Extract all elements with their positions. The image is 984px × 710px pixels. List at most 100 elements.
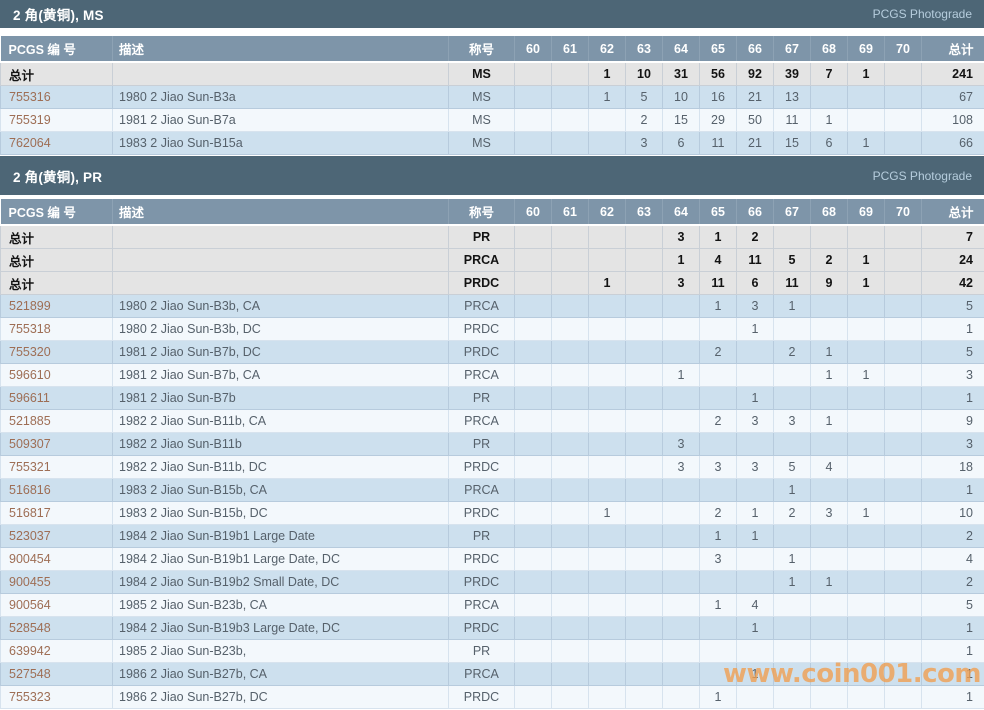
grade-62-count-cell: 1	[588, 61, 626, 86]
pcgs-id-link[interactable]: 755318	[9, 322, 51, 336]
grade-62-count-cell: 1	[588, 501, 626, 525]
pcgs-id-link[interactable]: 755319	[9, 113, 51, 127]
grade-67-count-cell: 11	[773, 108, 811, 132]
col-header-grade-62: 62	[588, 199, 626, 226]
grade-66-count-cell: 1	[736, 616, 774, 640]
pcgs-id-link[interactable]: 900564	[9, 598, 51, 612]
grade-66-count-cell: 1	[736, 662, 774, 686]
photograde-link[interactable]: PCGS Photograde	[873, 169, 972, 183]
designation-cell: PRCA	[448, 662, 515, 686]
pcgs-id-link[interactable]: 521899	[9, 299, 51, 313]
grade-69-count-cell	[847, 340, 885, 364]
grade-65-count-cell	[699, 432, 737, 456]
grade-61-count-cell	[551, 271, 589, 295]
pcgs-id-link[interactable]: 516817	[9, 506, 51, 520]
grade-62-count-cell	[588, 662, 626, 686]
designation-cell: PRDC	[448, 570, 515, 594]
grade-66-count-cell	[736, 478, 774, 502]
designation-cell: PR	[448, 224, 515, 249]
grade-60-count-cell	[514, 547, 552, 571]
photograde-link[interactable]: PCGS Photograde	[873, 7, 972, 21]
grade-64-count-cell	[662, 409, 700, 433]
grade-69-count-cell	[847, 547, 885, 571]
grade-70-count-cell	[884, 363, 922, 387]
coin-description-cell: 1985 2 Jiao Sun-B23b,	[112, 639, 449, 663]
grade-67-count-cell: 3	[773, 409, 811, 433]
pcgs-id-link[interactable]: 516816	[9, 483, 51, 497]
grade-61-count-cell	[551, 547, 589, 571]
grade-67-count-cell	[773, 386, 811, 410]
grade-69-count-cell	[847, 662, 885, 686]
pcgs-id-link[interactable]: 596610	[9, 368, 51, 382]
pcgs-id-link[interactable]: 762064	[9, 136, 51, 150]
grade-61-count-cell	[551, 386, 589, 410]
grade-67-count-cell: 15	[773, 131, 811, 155]
grade-65-count-cell: 11	[699, 131, 737, 155]
col-header-grade-69: 69	[847, 199, 885, 226]
grade-66-count-cell: 1	[736, 524, 774, 548]
pcgs-id-link[interactable]: 900454	[9, 552, 51, 566]
population-report-page: 2 角(黄铜), MS PCGS Photograde PCGS 编 号描述 称号 60…	[0, 0, 984, 709]
pcgs-id-link[interactable]: 639942	[9, 644, 51, 658]
grade-65-count-cell	[699, 478, 737, 502]
designation-cell: PRCA	[448, 363, 515, 387]
pcgs-id-link[interactable]: 755321	[9, 460, 51, 474]
pcgs-id-link[interactable]: 509307	[9, 437, 51, 451]
designation-cell: PRCA	[448, 593, 515, 617]
grade-69-count-cell	[847, 108, 885, 132]
grade-64-count-cell	[662, 616, 700, 640]
grade-63-count-cell	[625, 547, 663, 571]
grade-70-count-cell	[884, 224, 922, 249]
pcgs-id-link[interactable]: 523037	[9, 529, 51, 543]
grade-63-count-cell	[625, 524, 663, 548]
table-row: 521899 1980 2 Jiao Sun-B3b, CA PRCA 1 3 1 5	[0, 294, 984, 318]
grade-64-count-cell: 15	[662, 108, 700, 132]
grade-60-count-cell	[514, 61, 552, 86]
coin-description-cell: 1981 2 Jiao Sun-B7b, DC	[112, 340, 449, 364]
coin-description-cell: 1984 2 Jiao Sun-B19b3 Large Date, DC	[112, 616, 449, 640]
pcgs-id-link[interactable]: 527548	[9, 667, 51, 681]
grade-70-count-cell	[884, 386, 922, 410]
pcgs-id-cell: 509307	[0, 432, 113, 456]
grade-68-count-cell: 1	[810, 340, 848, 364]
col-header-description: 描述	[112, 199, 449, 226]
grade-65-count-cell	[699, 662, 737, 686]
designation-cell: MS	[448, 108, 515, 132]
grade-69-count-cell: 1	[847, 363, 885, 387]
grade-67-count-cell	[773, 432, 811, 456]
pcgs-id-link[interactable]: 528548	[9, 621, 51, 635]
grade-61-count-cell	[551, 570, 589, 594]
table-row: 509307 1982 2 Jiao Sun-B11b PR 3 3	[0, 432, 984, 456]
coin-description-cell: 1981 2 Jiao Sun-B7b	[112, 386, 449, 410]
summary-row: 总计 PRDC 1 3 11 6 11 9 1 42	[0, 271, 984, 295]
row-total-cell: 241	[921, 61, 984, 86]
section-header-bar: 2 角(黄铜), PR PCGS Photograde	[0, 156, 984, 195]
grade-62-count-cell: 1	[588, 271, 626, 295]
grade-60-count-cell	[514, 593, 552, 617]
designation-cell: MS	[448, 61, 515, 86]
grade-62-count-cell	[588, 363, 626, 387]
grade-69-count-cell: 1	[847, 271, 885, 295]
pcgs-id-link[interactable]: 755320	[9, 345, 51, 359]
pcgs-id-cell: 900454	[0, 547, 113, 571]
pcgs-id-link[interactable]: 521885	[9, 414, 51, 428]
coin-description-cell: 1986 2 Jiao Sun-B27b, CA	[112, 662, 449, 686]
table-row: 527548 1986 2 Jiao Sun-B27b, CA PRCA 1 1	[0, 662, 984, 686]
grade-70-count-cell	[884, 248, 922, 272]
col-header-grade-68: 68	[810, 199, 848, 226]
grade-67-count-cell: 1	[773, 478, 811, 502]
report: 2 角(黄铜), MS PCGS Photograde PCGS 编 号描述 称号 60…	[0, 0, 984, 709]
row-total-cell: 1	[921, 662, 984, 686]
pcgs-id-link[interactable]: 755323	[9, 690, 51, 704]
pcgs-id-link[interactable]: 900455	[9, 575, 51, 589]
header-row: PCGS 编 号描述 称号 60 61 62 63 64 65 66 67 68 69 70 总计	[0, 199, 984, 226]
col-header-grade-63: 63	[625, 36, 663, 63]
row-total-cell: 1	[921, 685, 984, 709]
grade-69-count-cell	[847, 455, 885, 479]
pcgs-id-link[interactable]: 755316	[9, 90, 51, 104]
row-total-cell: 9	[921, 409, 984, 433]
pcgs-id-link[interactable]: 596611	[9, 391, 50, 405]
grade-70-count-cell	[884, 340, 922, 364]
pcgs-id-cell: 521899	[0, 294, 113, 318]
grade-67-count-cell	[773, 616, 811, 640]
